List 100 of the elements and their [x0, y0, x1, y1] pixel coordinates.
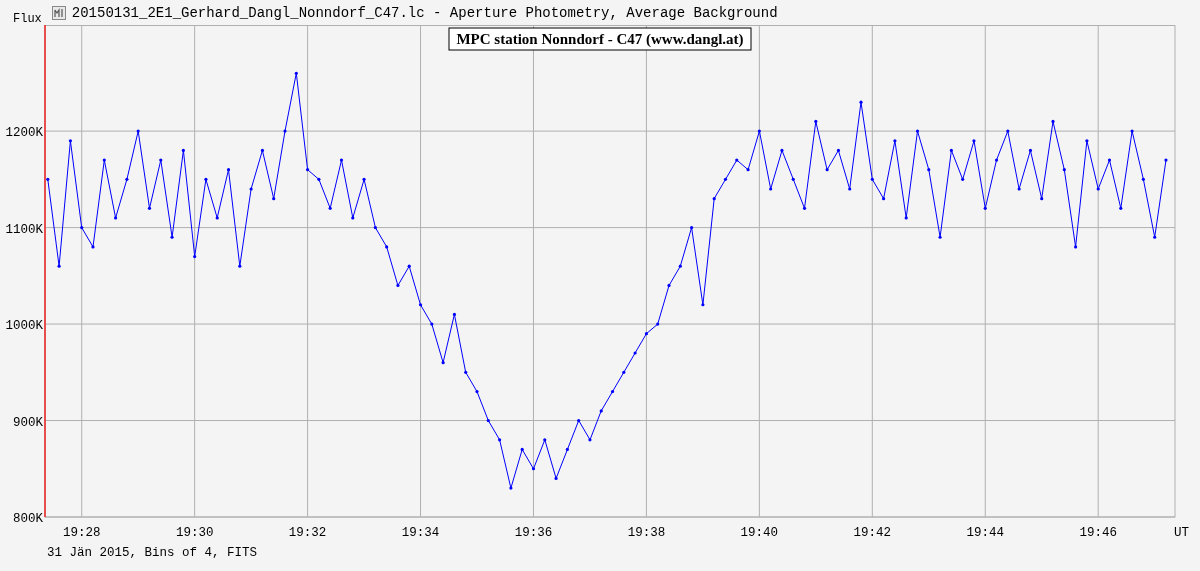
data-point — [882, 197, 886, 201]
data-point — [915, 129, 920, 133]
data-point — [407, 264, 411, 268]
data-point — [102, 158, 106, 162]
data-point — [475, 390, 479, 394]
data-point — [769, 187, 773, 191]
data-point — [238, 264, 242, 268]
data-point — [498, 438, 502, 442]
data-point — [418, 303, 423, 307]
data-point — [746, 168, 750, 172]
chart-title: MPC station Nonndorf - C47 (www.dangl.at) — [456, 31, 744, 48]
data-point — [667, 283, 671, 288]
data-point — [1141, 177, 1145, 181]
data-point — [351, 216, 355, 220]
data-point — [848, 187, 852, 191]
axis-label: 19:28 — [62, 526, 101, 540]
data-point — [577, 418, 581, 423]
data-point — [464, 370, 468, 374]
data-point — [938, 235, 942, 239]
data-point — [204, 177, 208, 181]
data-point — [610, 390, 615, 394]
data-point — [757, 129, 761, 133]
data-point — [159, 158, 163, 162]
data-point — [114, 216, 118, 220]
axis-label: 1100K — [5, 222, 43, 237]
data-point — [509, 486, 513, 490]
data-point — [1074, 245, 1078, 249]
data-point — [780, 148, 784, 152]
data-point — [1107, 158, 1112, 162]
axis-label: 19:46 — [1079, 526, 1117, 540]
data-point — [701, 303, 705, 307]
axis-title: UT — [1174, 526, 1189, 540]
data-point — [1051, 119, 1055, 124]
data-point — [961, 177, 965, 181]
data-point — [170, 235, 174, 239]
data-point — [1164, 158, 1168, 162]
data-point — [599, 409, 603, 413]
axis-label: 19:30 — [175, 526, 214, 540]
data-point — [385, 245, 389, 249]
data-point — [531, 467, 536, 471]
axis-label: 19:44 — [966, 526, 1004, 540]
data-point — [1119, 206, 1123, 210]
data-point — [1040, 197, 1044, 201]
data-point — [328, 206, 332, 210]
data-point — [972, 139, 976, 143]
data-point — [339, 158, 344, 162]
data-point — [814, 119, 818, 124]
data-point — [1130, 129, 1134, 133]
data-point — [215, 216, 219, 220]
data-point — [430, 322, 434, 326]
data-point — [396, 283, 400, 288]
data-point — [1062, 168, 1066, 172]
axis-label: 19:36 — [514, 526, 553, 540]
axis-label: 1200K — [5, 126, 43, 141]
data-point — [193, 254, 197, 259]
data-point — [181, 148, 185, 152]
axis-title: Flux — [13, 11, 42, 26]
data-point — [927, 168, 931, 172]
data-point — [1028, 148, 1033, 152]
data-point — [735, 158, 739, 162]
data-point — [644, 332, 648, 336]
data-point — [723, 177, 728, 181]
data-point — [373, 226, 377, 230]
data-point — [678, 264, 682, 268]
axis-label: 800K — [13, 512, 43, 526]
data-point — [317, 177, 321, 181]
data-point — [983, 206, 987, 210]
data-point — [893, 139, 897, 143]
data-point — [68, 139, 72, 143]
data-point — [226, 168, 231, 172]
app-icon — [51, 5, 66, 20]
data-point — [362, 177, 366, 181]
data-point — [870, 177, 874, 181]
data-point — [306, 168, 310, 172]
data-point — [656, 322, 660, 326]
data-point — [260, 148, 264, 152]
data-point — [836, 148, 841, 152]
data-point — [125, 177, 129, 181]
data-point — [91, 245, 95, 249]
data-point — [994, 158, 999, 162]
data-point — [452, 312, 456, 316]
data-point — [1006, 129, 1010, 133]
data-point — [802, 206, 807, 210]
data-point — [825, 168, 829, 172]
data-point — [283, 129, 287, 133]
data-point — [791, 177, 795, 181]
data-point — [622, 370, 626, 374]
data-point — [904, 216, 908, 220]
axis-label: 900K — [13, 415, 43, 430]
window-title: 20150131_2E1_Gerhard_Dangl_Nonndorf_C47.lc - Aperture Photometry, Average Background — [71, 4, 778, 21]
axis-label: 19:34 — [401, 526, 440, 540]
data-point — [690, 226, 694, 230]
data-point — [272, 197, 276, 201]
data-point — [294, 71, 298, 75]
data-point — [486, 418, 490, 423]
data-point — [565, 447, 569, 452]
data-point — [80, 226, 84, 230]
data-point — [1085, 139, 1089, 143]
data-point — [543, 438, 547, 442]
axis-label: 19:42 — [853, 526, 892, 540]
